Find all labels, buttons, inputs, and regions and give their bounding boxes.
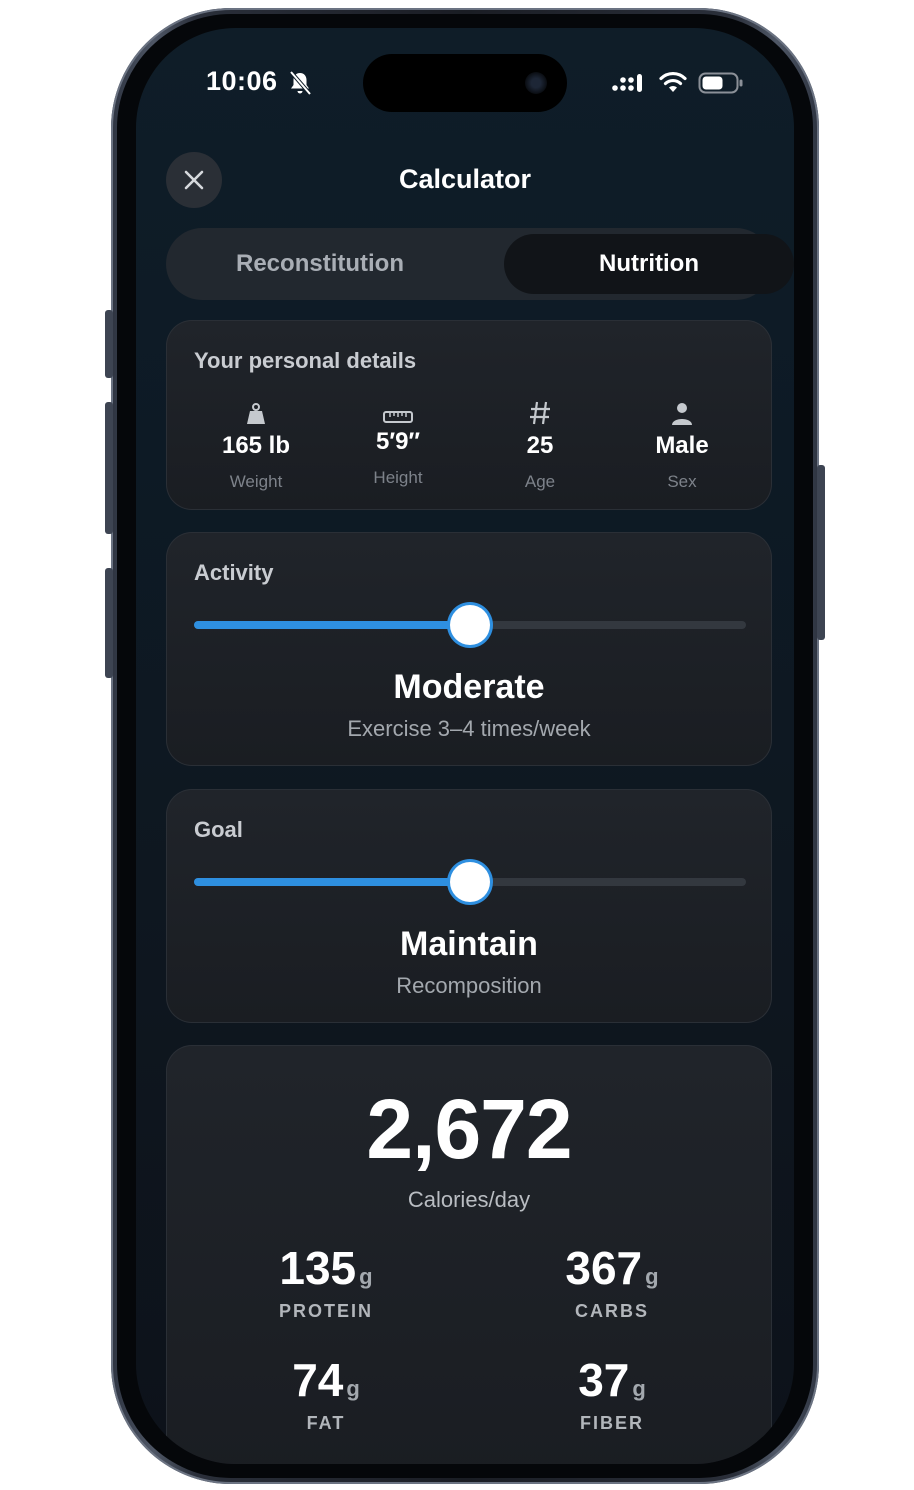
wifi-icon xyxy=(659,71,687,92)
weight-value: 165 lb xyxy=(221,432,291,459)
goal-heading: Goal xyxy=(194,817,243,842)
goal-slider-thumb[interactable] xyxy=(450,862,490,902)
fiber-label: FIBER xyxy=(580,1413,644,1433)
protein-value: 135 xyxy=(279,1242,357,1294)
protein-macro: 135 g PROTEIN xyxy=(226,1241,426,1322)
fiber-macro: 37 g FIBER xyxy=(512,1353,712,1434)
hash-icon xyxy=(530,401,550,425)
fat-macro: 74 g FAT xyxy=(226,1353,426,1434)
page-title: Calculator xyxy=(398,164,532,194)
carbs-label: CARBS xyxy=(574,1301,649,1321)
protein-unit: g xyxy=(359,1264,373,1289)
tab-nutrition[interactable]: Nutrition xyxy=(504,234,794,294)
activity-slider-thumb[interactable] xyxy=(450,605,490,645)
weight-icon xyxy=(247,403,265,424)
goal-card: Goal Maintain Recomposition xyxy=(166,789,772,1023)
status-time: 10:06 xyxy=(206,66,278,96)
activity-value: Moderate xyxy=(393,668,545,706)
fat-value: 74 xyxy=(292,1354,344,1406)
activity-heading: Activity xyxy=(194,560,274,585)
calories-value: 2,672 xyxy=(366,1082,572,1176)
height-label: Height xyxy=(373,468,423,487)
fat-unit: g xyxy=(346,1376,360,1401)
personal-details-card: Your personal details 165 lb Weight 5′9″… xyxy=(166,320,772,510)
weight-detail[interactable]: 165 lb Weight xyxy=(186,394,326,492)
protein-label: PROTEIN xyxy=(278,1301,373,1321)
goal-value: Maintain xyxy=(400,925,538,963)
calories-label: Calories/day xyxy=(407,1187,531,1212)
tab-switcher: Reconstitution Nutrition xyxy=(166,228,794,300)
ruler-icon xyxy=(383,411,413,423)
battery-icon xyxy=(698,72,743,94)
volume-up-button xyxy=(105,402,113,534)
action-button xyxy=(105,310,113,378)
age-value: 25 xyxy=(526,432,554,459)
fiber-unit: g xyxy=(632,1376,646,1401)
goal-description: Recomposition xyxy=(396,973,542,998)
fiber-value: 37 xyxy=(578,1354,630,1406)
app-screen: 10:06 Calculator Reconstitution Nutritio… xyxy=(136,28,794,1464)
activity-description: Exercise 3–4 times/week xyxy=(347,716,591,741)
height-value: 5′9″ xyxy=(376,428,420,455)
height-detail[interactable]: 5′9″ Height xyxy=(328,394,468,488)
sex-value: Male xyxy=(655,432,709,459)
carbs-macro: 367 g CARBS xyxy=(512,1241,712,1322)
fat-label: FAT xyxy=(306,1413,346,1433)
age-detail[interactable]: 25 Age xyxy=(470,394,610,492)
goal-slider-fill xyxy=(194,878,470,886)
volume-down-button xyxy=(105,568,113,678)
results-card: 2,672 Calories/day 135 g PROTEIN 367 g CAR… xyxy=(166,1045,772,1464)
carbs-unit: g xyxy=(645,1264,659,1289)
carbs-value: 367 xyxy=(565,1242,643,1294)
weight-label: Weight xyxy=(229,472,283,491)
cellular-signal-icon xyxy=(612,74,642,92)
camera-icon xyxy=(525,72,547,94)
activity-card: Activity Moderate Exercise 3–4 times/wee… xyxy=(166,532,772,766)
dynamic-island xyxy=(363,54,567,112)
activity-slider-fill xyxy=(194,621,470,629)
age-label: Age xyxy=(524,472,556,491)
person-icon xyxy=(672,403,692,425)
power-button xyxy=(817,465,825,640)
silent-bell-icon xyxy=(289,70,312,96)
sex-detail[interactable]: Male Sex xyxy=(612,394,752,492)
tab-reconstitution[interactable]: Reconstitution xyxy=(172,234,468,294)
sex-label: Sex xyxy=(667,472,697,491)
personal-details-heading: Your personal details xyxy=(194,348,417,373)
